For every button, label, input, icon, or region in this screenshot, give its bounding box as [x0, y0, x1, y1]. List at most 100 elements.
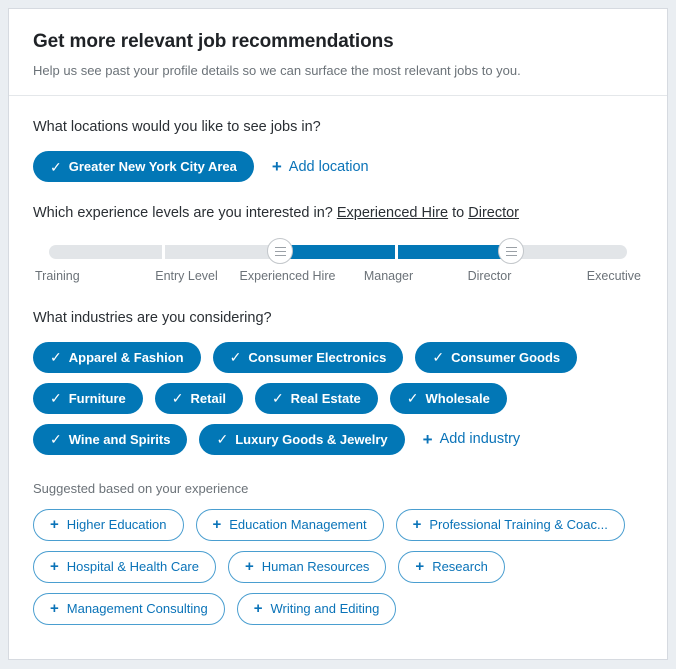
plus-icon: + [245, 558, 254, 576]
slider-handle-high[interactable] [498, 238, 525, 265]
slider-segment-1[interactable] [165, 245, 279, 260]
suggested-chip-row: + Higher Education + Education Management + P… [33, 508, 643, 625]
check-icon: ✓ [50, 158, 62, 175]
page-subtitle: Help us see past your profile details so… [33, 62, 521, 78]
industries-chip-row: ✓ Apparel & Fashion ✓ Consumer Electronics ✓… [33, 341, 643, 455]
plus-icon: + [50, 558, 59, 576]
industry-chip-1[interactable]: ✓ Consumer Electronics [212, 341, 404, 373]
plus-icon: + [253, 600, 263, 618]
chip-label: Professional Training & Coac... [429, 517, 608, 533]
industries-section: What industries are you considering? ✓ Ap… [33, 287, 643, 625]
check-icon: ✓ [229, 349, 242, 366]
chip-label: Retail [190, 390, 226, 406]
plus-icon: + [271, 157, 282, 177]
slider-segment-4[interactable] [513, 245, 628, 260]
add-link-label: Add location [288, 158, 369, 175]
industry-chip-3[interactable]: ✓ Furniture [33, 382, 143, 414]
suggested-chip-1[interactable]: + Education Management [195, 508, 384, 541]
suggested-label: Suggested based on your experience [33, 480, 249, 496]
experience-range-from-link[interactable]: Experienced Hire [337, 205, 448, 221]
experience-range-joiner: to [452, 205, 465, 222]
check-icon: ✓ [50, 390, 62, 407]
locations-chip-row: ✓ Greater New York City Area + Add location [33, 151, 643, 183]
check-icon: ✓ [432, 349, 445, 366]
chip-label: Real Estate [290, 390, 361, 406]
suggested-chip-4[interactable]: + Human Resources [228, 550, 387, 583]
check-icon: ✓ [271, 390, 284, 407]
add-location-link[interactable]: + Add location [266, 158, 369, 175]
chip-label: Education Management [229, 517, 367, 533]
suggested-chip-0[interactable]: + Higher Education [33, 508, 184, 541]
slider-tick-4: Director [467, 269, 512, 284]
slider-segment-0[interactable] [49, 245, 163, 260]
slider-segment-2[interactable] [281, 245, 395, 260]
check-icon: ✓ [171, 390, 184, 407]
experience-slider[interactable]: Training Entry Level Experienced Hire Manag… [35, 237, 641, 287]
check-icon: ✓ [50, 431, 62, 448]
chip-label: Wine and Spirits [68, 431, 171, 447]
check-icon: ✓ [216, 431, 229, 448]
card-header: Get more relevant job recommendations He… [9, 9, 667, 97]
check-icon: ✓ [50, 349, 62, 366]
chip-label: Consumer Electronics [248, 349, 387, 365]
plus-icon: + [422, 429, 433, 449]
plus-icon: + [50, 600, 59, 618]
handle-grip-line [505, 246, 517, 248]
experience-question-text: Which experience levels are you interest… [33, 205, 333, 222]
experience-section: Which experience levels are you interest… [33, 182, 643, 287]
slider-handle-low[interactable] [267, 238, 294, 265]
industry-chip-2[interactable]: ✓ Consumer Goods [415, 341, 578, 373]
add-link-label: Add industry [439, 431, 521, 448]
chip-label: Higher Education [66, 517, 167, 533]
handle-grip-line [505, 254, 517, 256]
chip-label: Furniture [68, 390, 126, 406]
industry-chip-4[interactable]: ✓ Retail [154, 382, 243, 414]
chip-label: Consumer Goods [451, 349, 561, 365]
chip-label: Human Resources [261, 559, 370, 575]
suggested-chip-5[interactable]: + Research [398, 550, 505, 583]
slider-segment-3[interactable] [397, 245, 511, 260]
chip-label: Hospital & Health Care [66, 559, 199, 575]
plus-icon: + [412, 516, 422, 534]
suggested-chip-3[interactable]: + Hospital & Health Care [33, 550, 216, 583]
plus-icon: + [415, 558, 425, 576]
slider-tick-2: Experienced Hire [239, 269, 336, 284]
plus-icon: + [212, 516, 222, 534]
slider-tick-3: Manager [363, 269, 414, 284]
slider-track[interactable] [49, 245, 628, 260]
industry-chip-6[interactable]: ✓ Wholesale [389, 382, 507, 414]
industry-chip-8[interactable]: ✓ Luxury Goods & Jewelry [199, 423, 405, 455]
experience-question: Which experience levels are you interest… [33, 204, 643, 223]
check-icon: ✓ [406, 390, 419, 407]
handle-grip-line [505, 250, 517, 252]
industry-chip-7[interactable]: ✓ Wine and Spirits [33, 423, 188, 455]
experience-range-to-link[interactable]: Director [468, 205, 519, 221]
industries-question: What industries are you considering? [33, 310, 272, 327]
chip-label: Greater New York City Area [68, 159, 237, 175]
handle-grip-line [274, 254, 286, 256]
suggested-chip-2[interactable]: + Professional Training & Coac... [395, 508, 625, 541]
chip-label: Writing and Editing [270, 601, 380, 617]
card-body: What locations would you like to see job… [9, 96, 667, 625]
locations-question: What locations would you like to see job… [33, 119, 321, 136]
slider-tick-0: Training [35, 269, 80, 284]
location-chip-0[interactable]: ✓ Greater New York City Area [33, 151, 254, 183]
slider-tick-5: Executive [586, 269, 641, 284]
chip-label: Research [432, 559, 488, 575]
slider-tick-1: Entry Level [155, 269, 218, 284]
suggested-chip-6[interactable]: + Management Consulting [33, 592, 225, 625]
industry-chip-0[interactable]: ✓ Apparel & Fashion [33, 341, 201, 373]
add-industry-link[interactable]: + Add industry [417, 431, 521, 448]
chip-label: Wholesale [425, 390, 490, 406]
industry-chip-5[interactable]: ✓ Real Estate [254, 382, 378, 414]
suggested-chip-7[interactable]: + Writing and Editing [236, 592, 397, 625]
chip-label: Apparel & Fashion [68, 349, 184, 365]
slider-tick-labels: Training Entry Level Experienced Hire Manag… [33, 269, 643, 283]
handle-grip-line [274, 250, 286, 252]
page-title: Get more relevant job recommendations [33, 31, 394, 52]
chip-label: Management Consulting [66, 601, 208, 617]
handle-grip-line [274, 246, 286, 248]
chip-label: Luxury Goods & Jewelry [235, 431, 388, 447]
plus-icon: + [50, 516, 59, 534]
job-recommendations-card: Get more relevant job recommendations He… [8, 8, 668, 660]
